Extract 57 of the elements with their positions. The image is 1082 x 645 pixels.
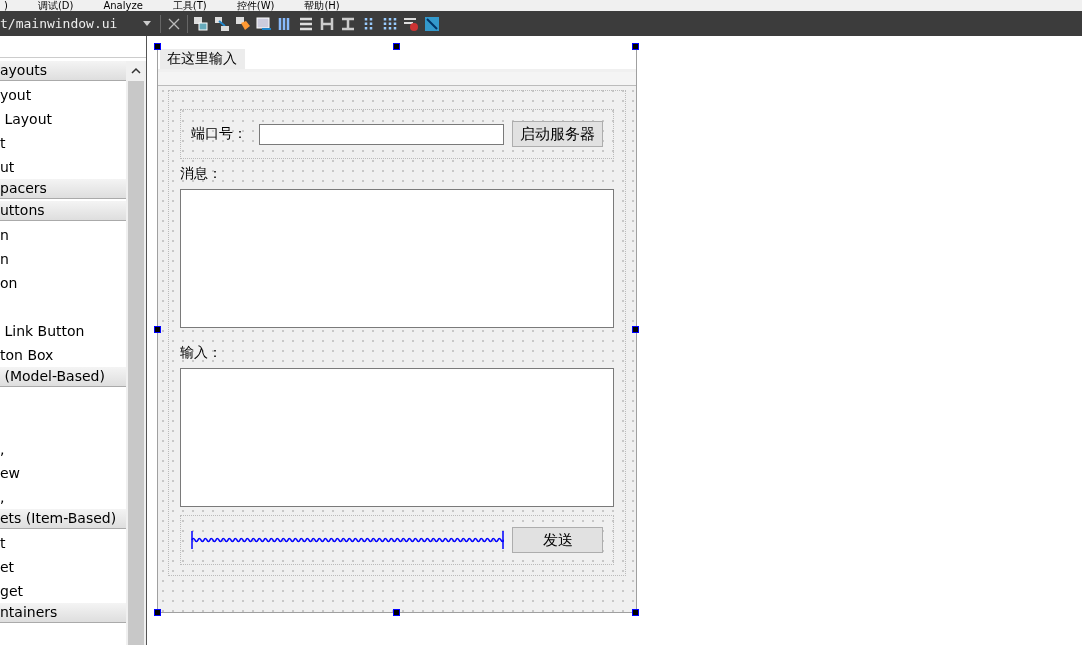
widget-item[interactable]: Layout <box>0 107 126 131</box>
category-header[interactable]: pacers <box>0 179 126 199</box>
category-header[interactable]: ntainers <box>0 603 126 623</box>
resize-icon[interactable] <box>424 15 440 32</box>
widget-item[interactable]: t <box>0 531 126 555</box>
input-text-area[interactable] <box>180 368 614 507</box>
widget-item[interactable]: , <box>0 485 126 509</box>
selection-handle[interactable] <box>154 43 161 50</box>
widget-item[interactable]: n <box>0 223 126 247</box>
menu-item[interactable]: 控件(W) <box>236 1 275 11</box>
widget-item[interactable]: ew <box>0 461 126 485</box>
menu-placeholder[interactable]: 在这里输入 <box>160 48 245 69</box>
break-layout-icon[interactable] <box>403 15 419 32</box>
file-combo[interactable]: t/mainwindow.ui <box>0 13 155 34</box>
menu-item[interactable]: Analyze <box>103 1 143 11</box>
send-button[interactable]: 发送 <box>512 527 603 553</box>
dropdown-arrow-icon <box>143 21 151 26</box>
selection-handle[interactable] <box>154 609 161 616</box>
menu-item[interactable]: ) <box>4 1 8 11</box>
selection-handle[interactable] <box>632 609 639 616</box>
port-label: 端口号： <box>191 125 247 143</box>
rows-icon[interactable] <box>298 15 314 32</box>
widget-item[interactable]: yout <box>0 83 126 107</box>
port-input-field[interactable] <box>259 123 504 145</box>
category-header[interactable]: uttons <box>0 201 126 221</box>
selection-handle[interactable] <box>632 326 639 333</box>
scrollbar[interactable] <box>126 61 146 645</box>
category-header[interactable]: ets (Item-Based) <box>0 509 126 529</box>
selection-handle[interactable] <box>632 43 639 50</box>
widget-item[interactable]: ut <box>0 155 126 179</box>
selection-handle[interactable] <box>393 609 400 616</box>
menu-item[interactable]: 调试(D) <box>37 1 74 11</box>
widget-item[interactable]: , <box>0 437 126 461</box>
grid-icon[interactable] <box>382 15 398 32</box>
numbered-box-icon[interactable] <box>256 15 272 32</box>
horizontal-split-icon[interactable] <box>319 15 335 32</box>
widget-item[interactable]: ton Box <box>0 343 126 367</box>
widget-item[interactable]: n <box>0 247 126 271</box>
input-label: 输入： <box>180 344 222 362</box>
widget-item[interactable]: et <box>0 555 126 579</box>
horizontal-spacer[interactable] <box>191 530 504 550</box>
selection-handle[interactable] <box>393 43 400 50</box>
message-label: 消息： <box>180 165 222 183</box>
vertical-split-icon[interactable] <box>340 15 356 32</box>
widget-item[interactable]: t <box>0 131 126 155</box>
category-header[interactable]: ayouts <box>0 61 126 81</box>
menu-item[interactable]: 工具(T) <box>172 1 207 11</box>
category-header[interactable]: (Model-Based) <box>0 367 126 387</box>
selection-handle[interactable] <box>154 326 161 333</box>
widget-item[interactable]: on <box>0 271 126 295</box>
widget-item[interactable]: Link Button <box>0 319 126 343</box>
tag-icon[interactable] <box>235 15 251 32</box>
arrow-squares-icon[interactable] <box>214 15 230 32</box>
widget-item[interactable]: get <box>0 579 126 603</box>
menu-item[interactable]: 帮助(H) <box>304 1 340 11</box>
squares-icon[interactable] <box>193 15 209 32</box>
start-server-button[interactable]: 启动服务器 <box>512 121 603 147</box>
